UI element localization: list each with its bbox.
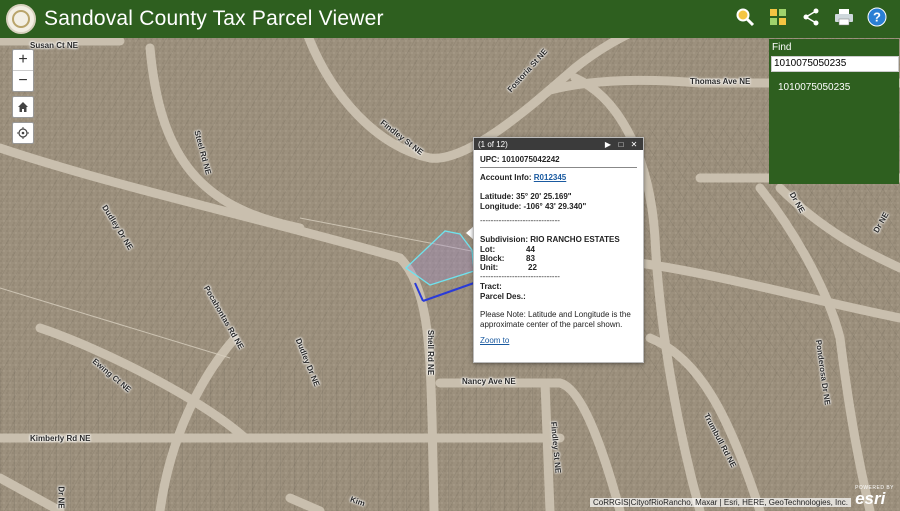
locate-icon: [17, 127, 29, 139]
home-icon: [18, 102, 28, 112]
upc-value: UPC: 1010075042242: [480, 155, 560, 164]
parcel-des-label: Parcel Des.:: [480, 292, 526, 301]
zoom-in-button[interactable]: +: [13, 50, 33, 70]
print-icon[interactable]: [833, 6, 855, 28]
find-panel: Find 1010075050235: [769, 39, 899, 184]
subdivision-label: Subdivision:: [480, 235, 528, 244]
account-link[interactable]: R012345: [534, 173, 566, 182]
block-value: 83: [526, 254, 535, 263]
share-icon[interactable]: [800, 6, 822, 28]
tract-label: Tract:: [480, 282, 502, 291]
next-feature-icon[interactable]: ▶: [603, 140, 613, 149]
esri-logo: POWERED BY esri: [855, 485, 894, 508]
app-header: Sandoval County Tax Parcel Viewer ?: [0, 0, 900, 38]
zoom-out-button[interactable]: −: [13, 70, 33, 91]
close-icon[interactable]: ✕: [629, 140, 639, 149]
help-icon[interactable]: ?: [866, 6, 888, 28]
lot-label: Lot:: [480, 245, 496, 254]
divider: ------------------------------: [480, 216, 560, 225]
coordinate-note: Please Note: Latitude and Longitude is t…: [480, 310, 631, 329]
block-label: Block:: [480, 254, 505, 263]
zoom-search-icon[interactable]: [734, 6, 756, 28]
street-label: Nancy Ave NE: [462, 377, 516, 386]
locate-button[interactable]: [12, 122, 34, 144]
map-view[interactable]: Susan Ct NE Fostoria St NE Thomas Ave NE…: [0, 38, 900, 511]
subdivision-value: RIO RANCHO ESTATES: [530, 235, 620, 244]
maximize-icon[interactable]: □: [616, 140, 626, 149]
street-label: Dr NE: [56, 486, 66, 509]
popup-content: UPC: 1010075042242 Account Info: R012345…: [474, 150, 643, 345]
street-label: Shell Rd NE: [426, 329, 436, 376]
street-label: Kimberly Rd NE: [30, 434, 91, 443]
popup-header: (1 of 12) ▶ □ ✕: [474, 138, 643, 150]
app-title: Sandoval County Tax Parcel Viewer: [44, 7, 384, 30]
basemap-grid-icon[interactable]: [767, 6, 789, 28]
account-info-label: Account Info:: [480, 173, 532, 182]
street-label: Thomas Ave NE: [690, 77, 751, 86]
find-label: Find: [772, 42, 792, 53]
svg-text:?: ?: [873, 10, 881, 25]
map-attribution: CoRRGIS|CityofRioRancho, Maxar | Esri, H…: [590, 498, 851, 507]
zoom-to-link[interactable]: Zoom to: [480, 336, 509, 345]
popup-count: (1 of 12): [478, 139, 508, 149]
divider: ------------------------------: [480, 272, 560, 281]
aerial-parcel-basemap: [0, 38, 900, 511]
longitude-value: Longitude: -106° 43' 29.340": [480, 202, 587, 211]
home-button[interactable]: [12, 96, 34, 118]
parcel-info-popup: (1 of 12) ▶ □ ✕ UPC: 1010075042242 Accou…: [473, 137, 644, 363]
toolbar: ?: [734, 6, 888, 28]
street-label: Susan Ct NE: [30, 41, 79, 50]
zoom-control: + −: [12, 49, 34, 92]
county-seal-logo: [6, 4, 36, 34]
latitude-value: Latitude: 35° 20' 25.169": [480, 192, 572, 201]
find-input[interactable]: [771, 55, 899, 72]
unit-value: 22: [528, 263, 537, 272]
lot-value: 44: [526, 245, 535, 254]
find-result-item[interactable]: 1010075050235: [778, 82, 897, 93]
unit-label: Unit:: [480, 263, 499, 272]
